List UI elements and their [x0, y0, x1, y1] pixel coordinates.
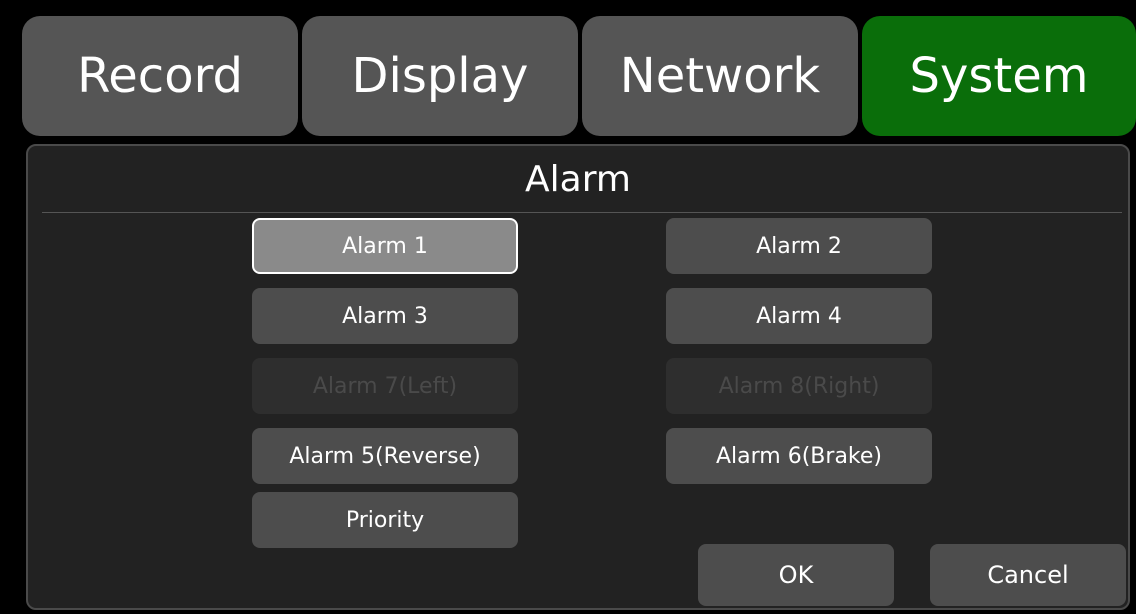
alarm-7-left-button: Alarm 7(Left): [252, 358, 518, 414]
alarm-3-button[interactable]: Alarm 3: [252, 288, 518, 344]
panel-divider: [42, 212, 1122, 213]
alarm-4-button[interactable]: Alarm 4: [666, 288, 932, 344]
alarm-5-reverse-button[interactable]: Alarm 5(Reverse): [252, 428, 518, 484]
alarm-8-right-button: Alarm 8(Right): [666, 358, 932, 414]
alarm-2-button[interactable]: Alarm 2: [666, 218, 932, 274]
alarm-6-brake-button[interactable]: Alarm 6(Brake): [666, 428, 932, 484]
panel-title: Alarm: [525, 159, 631, 200]
tab-network[interactable]: Network: [582, 16, 858, 136]
tab-system[interactable]: System: [862, 16, 1136, 136]
ok-button[interactable]: OK: [698, 544, 894, 606]
alarm-panel: Alarm Alarm 1 Alarm 2 Alarm 3 Alarm 4 Al…: [26, 144, 1130, 610]
priority-button[interactable]: Priority: [252, 492, 518, 548]
settings-screen: Record Display Network System Alarm Alar…: [0, 0, 1136, 614]
cancel-button[interactable]: Cancel: [930, 544, 1126, 606]
alarm-1-button[interactable]: Alarm 1: [252, 218, 518, 274]
tab-display[interactable]: Display: [302, 16, 578, 136]
tab-record[interactable]: Record: [22, 16, 298, 136]
